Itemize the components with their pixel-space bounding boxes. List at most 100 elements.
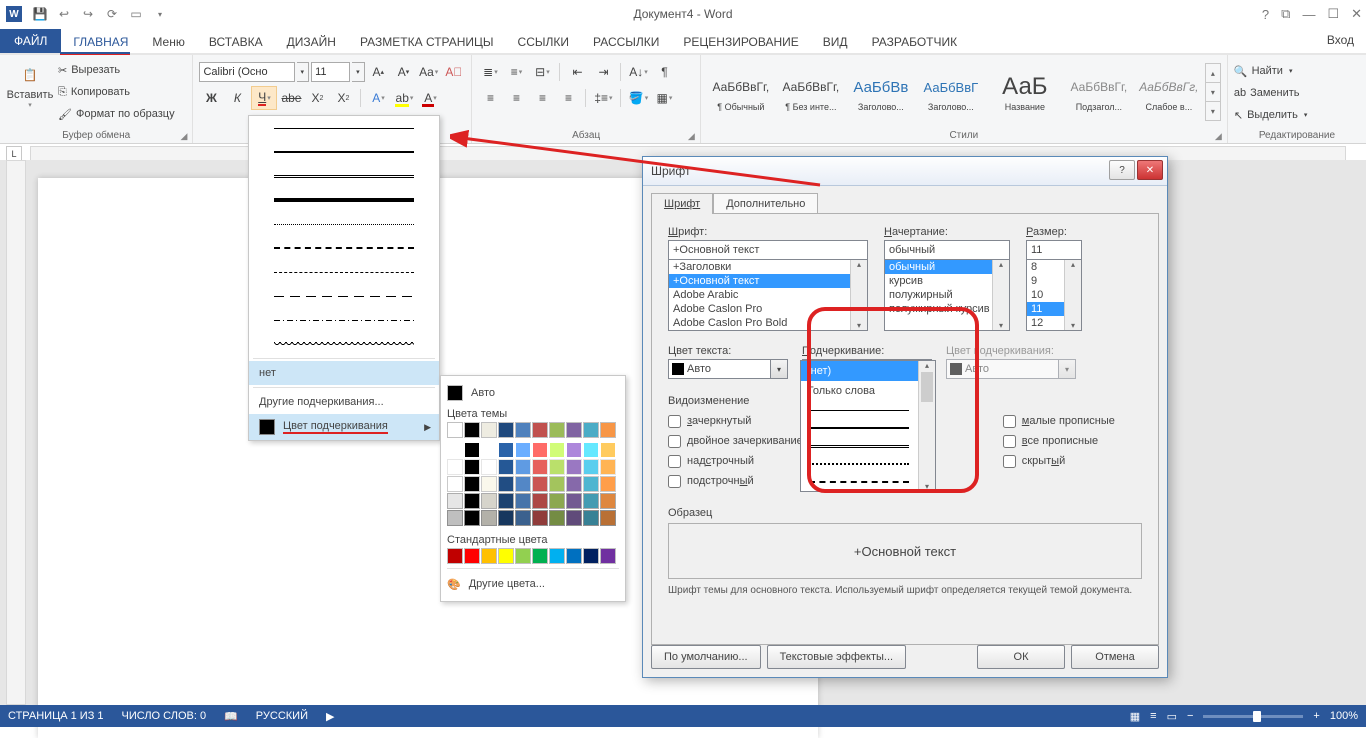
font-name-combo[interactable]: Calibri (Осно [199,62,294,82]
zoom-slider[interactable] [1203,715,1303,718]
underline-style-5[interactable] [249,212,439,236]
dialog-tab-advanced[interactable]: Дополнительно [713,193,818,214]
paragraph-launcher-icon[interactable]: ◢ [688,131,698,141]
style-subtitle[interactable]: АаБбВвГг,Подзагол... [1065,63,1133,121]
color-swatch[interactable] [447,493,463,509]
color-swatch[interactable] [600,548,616,564]
align-center-icon[interactable]: ≡ [504,87,528,109]
style-normal[interactable]: АаБбВвГг,¶ Обычный [707,63,775,121]
tab-insert[interactable]: ВСТАВКА [197,31,275,53]
color-swatch[interactable] [515,548,531,564]
chk-allcaps[interactable]: все прописные [1003,431,1115,451]
tab-menu[interactable]: Меню [140,31,196,53]
color-swatch[interactable] [464,548,480,564]
color-swatch[interactable] [481,510,497,526]
underline-opt-line3[interactable] [801,437,935,455]
tab-home[interactable]: ГЛАВНАЯ [61,31,140,53]
align-right-icon[interactable]: ≡ [530,87,554,109]
dialog-help-icon[interactable]: ? [1109,160,1135,180]
font-launcher-icon[interactable]: ◢ [459,131,469,141]
show-marks-icon[interactable]: ¶ [652,61,676,83]
color-swatch[interactable] [566,422,582,438]
color-swatch[interactable] [498,476,514,492]
underline-style-8[interactable] [249,284,439,308]
color-swatch[interactable] [447,459,463,475]
chk-hidden[interactable]: скрытый [1003,451,1115,471]
underline-opt-line4[interactable] [801,455,935,473]
color-swatch[interactable] [532,442,548,458]
style-heading1[interactable]: АаБбВвЗаголово... [847,63,915,121]
chk-super[interactable]: надстрочный [668,451,803,471]
color-swatch[interactable] [481,442,497,458]
cancel-button[interactable]: Отмена [1071,645,1159,669]
tab-view[interactable]: ВИД [811,31,860,53]
color-swatch[interactable] [583,442,599,458]
color-swatch[interactable] [464,442,480,458]
status-macro-icon[interactable]: ▶ [326,710,334,723]
color-swatch[interactable] [498,510,514,526]
color-swatch[interactable] [464,459,480,475]
color-swatch[interactable] [549,493,565,509]
style-input[interactable]: обычный [884,240,1010,260]
underline-opt-line2[interactable] [801,419,935,437]
new-doc-icon[interactable]: ▭ [125,3,147,25]
style-nospacing[interactable]: АаБбВвГг,¶ Без инте... [777,63,845,121]
gallery-scroll[interactable]: ▴▾▾ [1205,63,1221,121]
tab-references[interactable]: ССЫЛКИ [506,31,581,53]
dialog-close-icon[interactable]: ✕ [1137,160,1163,180]
color-swatch[interactable] [481,422,497,438]
ribbon-options-icon[interactable]: ⧉ [1281,6,1290,22]
color-swatch[interactable] [583,510,599,526]
color-swatch[interactable] [600,459,616,475]
color-swatch[interactable] [515,422,531,438]
color-swatch[interactable] [515,493,531,509]
dialog-tab-font[interactable]: Шрифт [651,193,713,214]
styles-gallery[interactable]: АаБбВвГг,¶ Обычный АаБбВвГг,¶ Без инте..… [707,57,1221,125]
zoom-in-icon[interactable]: + [1313,710,1319,722]
replace-button[interactable]: abЗаменить [1234,83,1360,103]
color-swatch[interactable] [549,476,565,492]
view-read-icon[interactable]: ≡ [1150,710,1156,722]
color-swatch[interactable] [532,476,548,492]
cut-button[interactable]: ✂Вырезать [58,60,175,80]
tab-design[interactable]: ДИЗАЙН [275,31,348,53]
color-swatch[interactable] [532,493,548,509]
change-case-icon[interactable]: Aa [417,61,440,83]
underline-opt-wordsonly[interactable]: Только слова [801,381,935,401]
clipboard-launcher-icon[interactable]: ◢ [180,131,190,141]
more-colors-item[interactable]: 🎨Другие цвета... [447,573,619,595]
clear-format-icon[interactable]: A⃠ [442,61,465,83]
color-swatch[interactable] [583,422,599,438]
color-swatch[interactable] [498,459,514,475]
underline-none[interactable]: нет [249,361,439,385]
color-swatch[interactable] [464,510,480,526]
justify-icon[interactable]: ≡ [556,87,580,109]
color-swatch[interactable] [566,493,582,509]
view-print-icon[interactable]: ▦ [1130,710,1140,723]
auto-color-item[interactable]: Авто [447,382,619,404]
paste-button[interactable]: 📋 Вставить ▾ [6,57,54,127]
style-listbox[interactable]: обычный курсив полужирный полужирный кур… [884,259,1010,331]
color-swatch[interactable] [583,476,599,492]
chk-dstrike[interactable]: двойное зачеркивание [668,431,803,451]
color-swatch[interactable] [515,510,531,526]
color-swatch[interactable] [549,442,565,458]
color-swatch[interactable] [498,493,514,509]
underline-opt-line1[interactable] [801,401,935,419]
color-swatch[interactable] [481,548,497,564]
ok-button[interactable]: ОК [977,645,1065,669]
text-color-combo[interactable]: Авто▾ [668,359,788,379]
sort-icon[interactable]: A↓ [626,61,650,83]
vertical-ruler[interactable] [6,160,26,705]
default-button[interactable]: По умолчанию... [651,645,761,669]
minimize-icon[interactable]: — [1302,7,1315,22]
zoom-out-icon[interactable]: − [1187,710,1193,722]
shading-icon[interactable]: 🪣 [626,87,650,109]
underline-button[interactable]: Ч [251,86,277,110]
color-swatch[interactable] [549,422,565,438]
dialog-titlebar[interactable]: Шрифт ? ✕ [643,157,1167,186]
underline-style-7[interactable] [249,260,439,284]
strike-button[interactable]: abe [279,87,303,109]
status-page[interactable]: СТРАНИЦА 1 ИЗ 1 [8,710,104,722]
status-words[interactable]: ЧИСЛО СЛОВ: 0 [122,710,207,722]
